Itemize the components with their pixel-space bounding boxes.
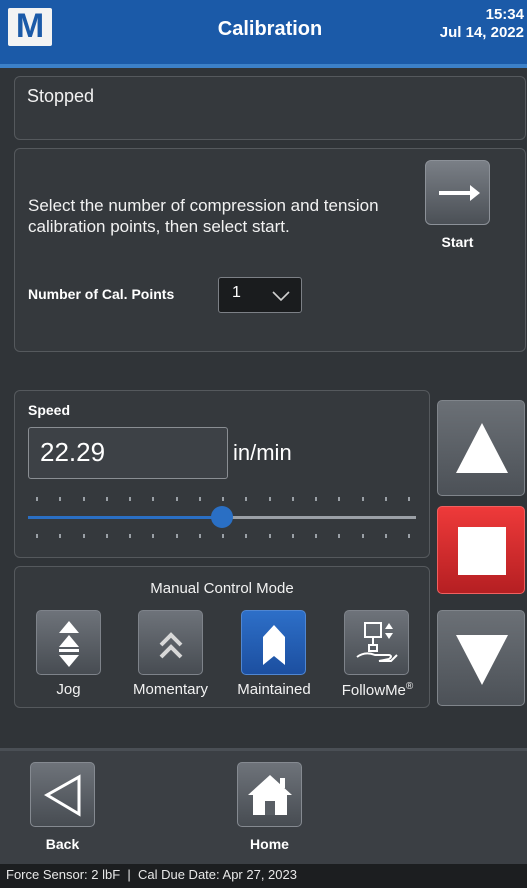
slider-tick: [245, 497, 248, 501]
registered-mark: ®: [405, 681, 414, 692]
calpoints-value: 1: [232, 284, 241, 301]
arrow-right-icon: [439, 185, 480, 201]
slider-tick: [315, 534, 317, 538]
slider-tick: [361, 534, 364, 538]
home-button[interactable]: [237, 762, 302, 827]
status-text: Stopped: [27, 86, 95, 106]
followme-icon: [356, 622, 398, 662]
header-divider: [0, 64, 527, 68]
jog-mode-label: Jog: [56, 681, 81, 698]
slider-tick: [384, 497, 387, 501]
stop-icon: [458, 527, 506, 575]
slider-tick: [408, 534, 410, 538]
slider-tick: [291, 497, 294, 501]
slider-tick: [105, 534, 108, 538]
speed-unit: in/min: [233, 440, 292, 465]
slider-tick: [268, 534, 271, 538]
slider-tick: [105, 497, 108, 501]
calpoints-label: Number of Cal. Points: [28, 286, 175, 302]
home-label: Home: [250, 836, 289, 852]
momentary-mode-label: Momentary: [132, 681, 209, 698]
followme-mode-button[interactable]: [344, 610, 409, 675]
slider-tick: [268, 497, 271, 501]
slider-tick: [82, 534, 85, 538]
jog-up-button[interactable]: [437, 400, 525, 496]
slider-tick: [152, 497, 155, 501]
stop-button[interactable]: [437, 506, 525, 594]
start-button[interactable]: [425, 160, 490, 225]
arrow-down-icon: [456, 635, 508, 685]
maintained-mode-label: Maintained: [237, 681, 311, 698]
clock-time: 15:34: [485, 6, 524, 23]
back-triangle-icon: [44, 774, 81, 817]
slider-tick: [408, 497, 410, 501]
maintained-icon: [263, 625, 285, 665]
back-button[interactable]: [30, 762, 95, 827]
momentary-icon: [159, 632, 183, 659]
back-label: Back: [45, 836, 80, 852]
slider-tick: [59, 497, 62, 501]
slider-tick: [59, 534, 62, 538]
start-label: Start: [441, 234, 474, 250]
speed-slider-fill[interactable]: [28, 516, 222, 519]
slider-tick: [315, 497, 317, 501]
page-title: Calibration: [217, 18, 323, 40]
slider-tick: [384, 534, 387, 538]
jog-down-button[interactable]: [437, 610, 525, 706]
logo-letter: M: [15, 7, 45, 45]
slider-tick: [82, 497, 85, 501]
momentary-mode-button[interactable]: [138, 610, 203, 675]
footer-status-text: Force Sensor: 2 lbF | Cal Due Date: Apr …: [6, 867, 297, 882]
speed-slider-track[interactable]: [222, 516, 416, 519]
speed-label: Speed: [28, 402, 71, 418]
slider-tick: [175, 534, 178, 538]
maintained-mode-button[interactable]: [241, 610, 306, 675]
slider-tick: [129, 534, 131, 538]
manual-mode-title: Manual Control Mode: [150, 580, 294, 597]
slider-tick: [36, 534, 38, 538]
slider-tick: [291, 534, 294, 538]
slider-tick: [338, 497, 341, 501]
slider-tick: [361, 497, 364, 501]
jog-icon: [59, 621, 79, 667]
setup-instructions: Select the number of compression and ten…: [28, 196, 379, 236]
slider-tick: [338, 534, 341, 538]
slider-tick: [198, 534, 201, 538]
slider-tick: [129, 497, 131, 501]
home-icon: [248, 775, 292, 815]
slider-tick: [152, 534, 155, 538]
calpoints-select[interactable]: [218, 277, 302, 313]
jog-mode-button[interactable]: [36, 610, 101, 675]
slider-tick: [245, 534, 248, 538]
clock-date: Jul 14, 2022: [439, 24, 524, 41]
speed-value: 22.29: [40, 437, 106, 467]
slider-tick: [36, 497, 38, 501]
speed-slider-thumb[interactable]: [211, 506, 233, 528]
slider-tick: [222, 534, 224, 538]
slider-tick: [175, 497, 178, 501]
slider-tick: [198, 497, 201, 501]
chevron-down-icon: [272, 291, 290, 302]
followme-mode-label: FollowMe®: [341, 681, 414, 699]
slider-tick: [222, 497, 224, 501]
arrow-up-icon: [456, 423, 508, 473]
